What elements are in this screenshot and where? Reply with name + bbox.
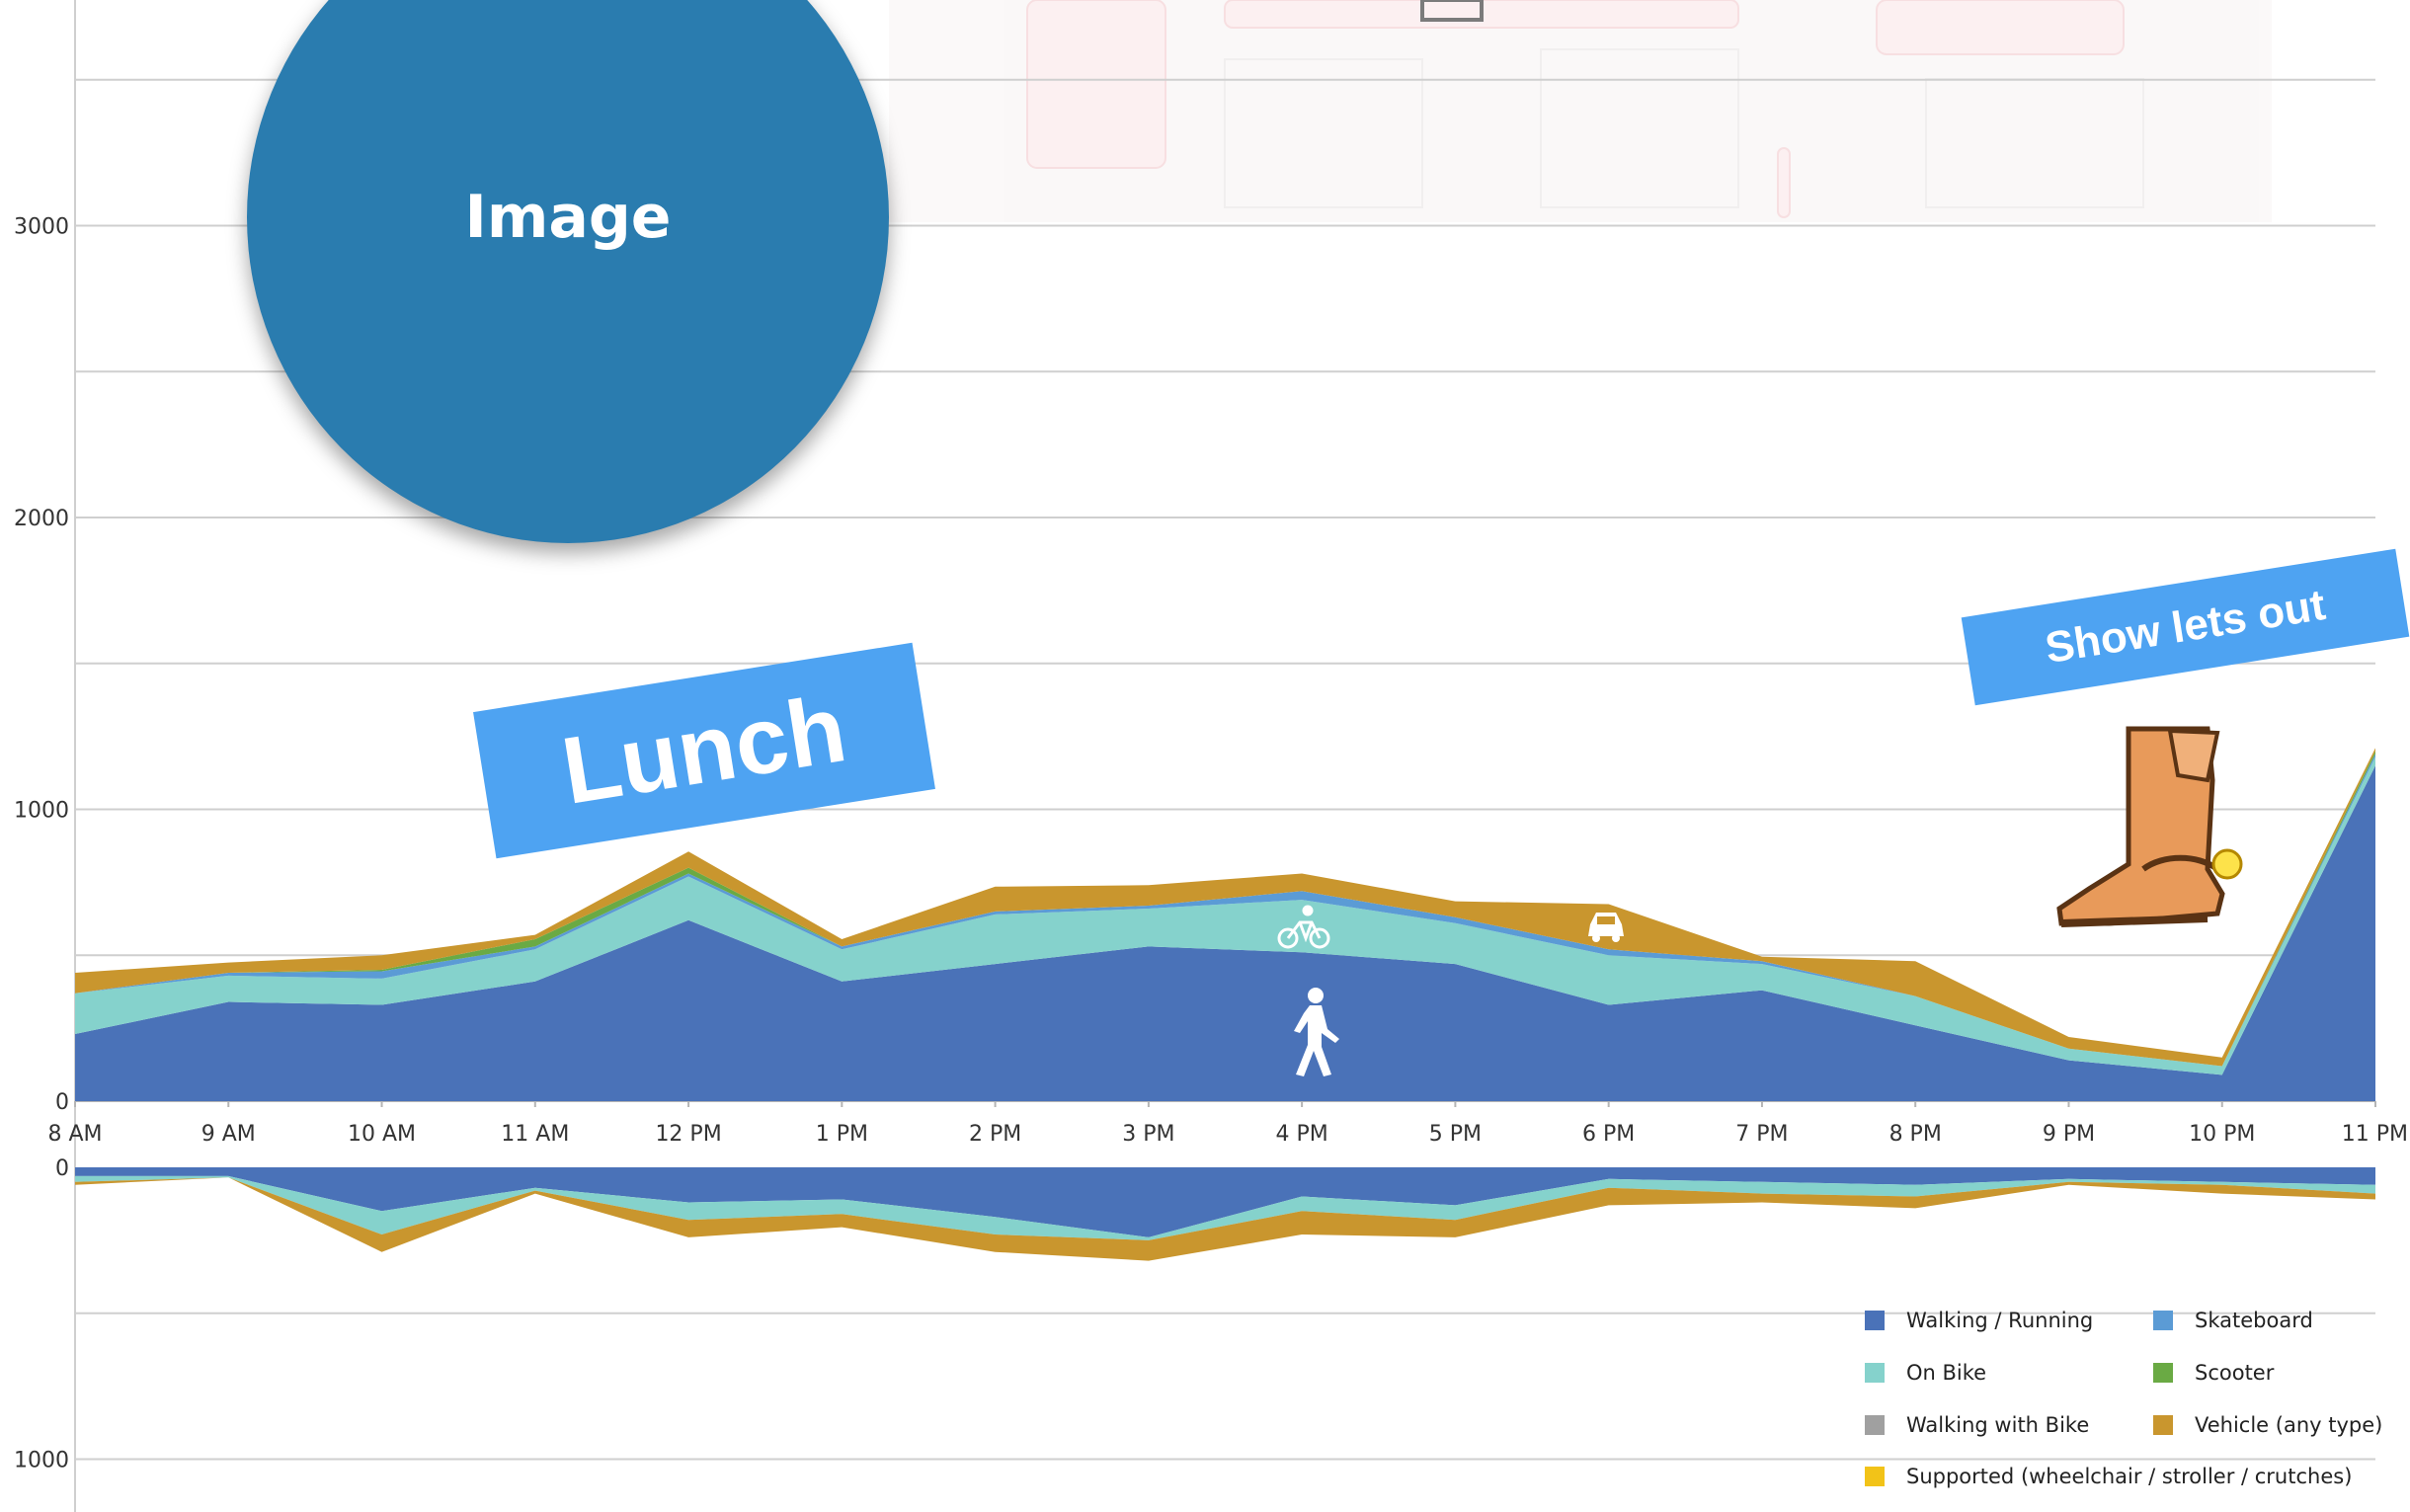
legend-item: On Bike (1865, 1361, 1986, 1385)
y-tick-label: 0 (55, 1156, 69, 1181)
x-tick-label: 2 PM (969, 1122, 1021, 1147)
y-tick-label: 0 (55, 1090, 69, 1115)
cowboy-boot-icon (2056, 726, 2243, 927)
campus-map-background (889, 0, 2272, 222)
lunch-label: Lunch (555, 676, 853, 825)
y-tick-label: 2000 (14, 507, 69, 531)
x-tick-label: 11 AM (501, 1122, 569, 1147)
x-tick-label: 8 AM (47, 1122, 102, 1147)
legend-label: On Bike (1906, 1361, 1987, 1385)
x-tick-label: 10 PM (2189, 1122, 2255, 1147)
legend-swatch (1865, 1363, 1885, 1383)
legend-item: Scooter (2153, 1361, 2274, 1385)
x-tick-label: 4 PM (1276, 1122, 1328, 1147)
legend-swatch (2153, 1363, 2173, 1383)
y-tick-label: 1000 (14, 1449, 69, 1473)
x-tick-label: 12 PM (655, 1122, 721, 1147)
x-tick-label: 1 PM (816, 1122, 868, 1147)
legend-item: Vehicle (any type) (2153, 1413, 2382, 1437)
legend-label: Skateboard (2195, 1309, 2313, 1332)
x-tick-label: 10 AM (348, 1122, 416, 1147)
x-tick-label: 11 PM (2342, 1122, 2408, 1147)
x-tick-label: 9 PM (2043, 1122, 2095, 1147)
legend-label: Scooter (2195, 1361, 2275, 1385)
legend-swatch (2153, 1415, 2173, 1435)
y-tick-label: 1000 (14, 799, 69, 824)
x-tick-label: 5 PM (1429, 1122, 1482, 1147)
legend-item: Walking / Running (1865, 1309, 2093, 1332)
legend-item: Skateboard (2153, 1309, 2313, 1332)
x-tick-label: 9 AM (201, 1122, 256, 1147)
legend-item: Walking with Bike (1865, 1413, 2089, 1437)
legend-swatch (1865, 1311, 1885, 1330)
x-tick-label: 7 PM (1735, 1122, 1788, 1147)
y-tick-label: 3000 (14, 215, 69, 240)
x-tick-label: 3 PM (1122, 1122, 1174, 1147)
x-tick-label: 8 PM (1889, 1122, 1942, 1147)
legend-label: Walking / Running (1906, 1309, 2094, 1332)
legend-item: Supported (wheelchair / stroller / crutc… (1865, 1465, 2352, 1488)
image-placeholder-label: Image (464, 183, 672, 252)
legend-label: Supported (wheelchair / stroller / crutc… (1906, 1465, 2353, 1488)
legend-swatch (1865, 1415, 1885, 1435)
legend-label: Vehicle (any type) (2195, 1413, 2383, 1437)
x-tick-label: 6 PM (1582, 1122, 1635, 1147)
legend-swatch (1865, 1467, 1885, 1486)
legend-label: Walking with Bike (1906, 1413, 2090, 1437)
legend-swatch (2153, 1311, 2173, 1330)
